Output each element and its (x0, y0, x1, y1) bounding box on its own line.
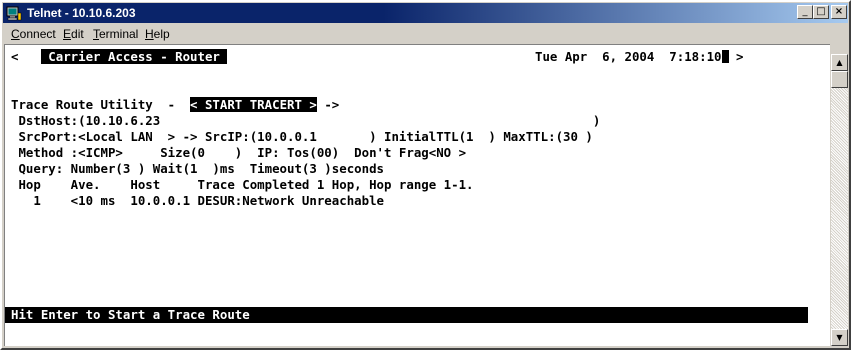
telnet-app-icon (6, 6, 22, 21)
maximize-button[interactable]: □ (813, 5, 829, 19)
menu-bar: Connect Edit Terminal Help (3, 24, 848, 44)
scroll-down-button[interactable]: ▼ (831, 329, 848, 346)
dsthost-line[interactable]: DstHost:(10.10.6.23 ) (11, 113, 600, 129)
header-suffix: > (728, 49, 744, 64)
trace-utility-label: Trace Route Utility - (11, 97, 191, 112)
window-title: Telnet - 10.10.6.203 (27, 6, 136, 20)
terminal-header: < Carrier Access - Router (11, 49, 228, 65)
header-datetime-line: Tue Apr 6, 2004 7:18:10 > (535, 49, 743, 65)
telnet-window: Telnet - 10.10.6.203 _ □ × Connect Edit … (0, 0, 851, 350)
vertical-scrollbar[interactable]: ▲ ▼ (831, 54, 848, 346)
terminal-screen[interactable]: < Carrier Access - Router Tue Apr 6, 200… (4, 44, 830, 346)
hop-result-row: 1 <10 ms 10.0.0.1 DESUR:Network Unreacha… (11, 193, 384, 208)
menu-help[interactable]: Help (143, 24, 172, 44)
title-bar[interactable]: Telnet - 10.10.6.203 _ □ × (3, 3, 848, 23)
header-prefix: < (11, 49, 26, 64)
close-button[interactable]: × (831, 5, 847, 19)
minimize-button[interactable]: _ (797, 5, 813, 19)
menu-terminal[interactable]: Terminal (91, 24, 140, 44)
start-tracert-button[interactable]: < START TRACERT > (190, 97, 317, 112)
scroll-up-button[interactable]: ▲ (831, 54, 848, 71)
status-message: Hit Enter to Start a Trace Route (11, 307, 250, 322)
menu-edit[interactable]: Edit (61, 24, 86, 44)
method-line[interactable]: Method :<ICMP> Size(0 ) IP: Tos(00) Don'… (11, 145, 466, 161)
trace-utility-line: Trace Route Utility - < START TRACERT > … (11, 97, 339, 113)
hop-header-line: Hop Ave. Host Trace Completed 1 Hop, Hop… (11, 177, 474, 192)
menu-connect[interactable]: Connect (9, 24, 58, 44)
scroll-thumb[interactable] (831, 71, 848, 88)
trace-arrow: -> (316, 97, 340, 112)
header-title: Carrier Access - Router (40, 49, 228, 64)
srcport-line[interactable]: SrcPort:<Local LAN > -> SrcIP:(10.0.0.1 … (11, 129, 592, 145)
terminal-cursor (721, 50, 729, 63)
query-line[interactable]: Query: Number(3 ) Wait(1 )ms Timeout(3 )… (11, 161, 384, 177)
header-datetime: Tue Apr 6, 2004 7:18:10 (535, 49, 722, 64)
